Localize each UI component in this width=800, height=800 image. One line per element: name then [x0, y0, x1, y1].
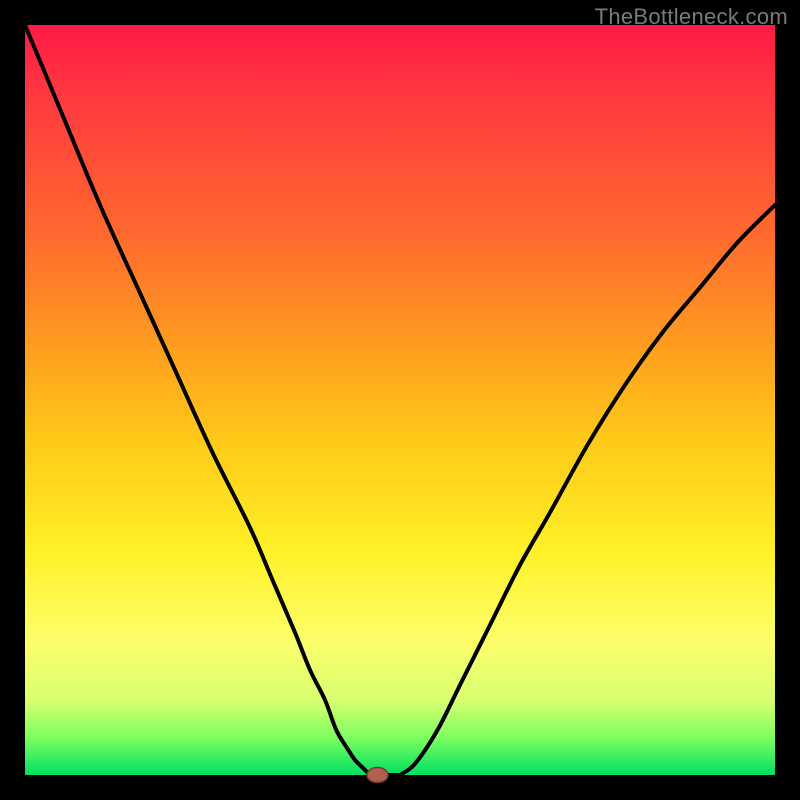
plot-area	[25, 25, 775, 775]
chart-frame: TheBottleneck.com	[0, 0, 800, 800]
bottleneck-curve	[25, 25, 775, 775]
curve-svg	[25, 25, 775, 775]
watermark-text: TheBottleneck.com	[595, 4, 788, 30]
minimum-marker	[367, 768, 388, 783]
